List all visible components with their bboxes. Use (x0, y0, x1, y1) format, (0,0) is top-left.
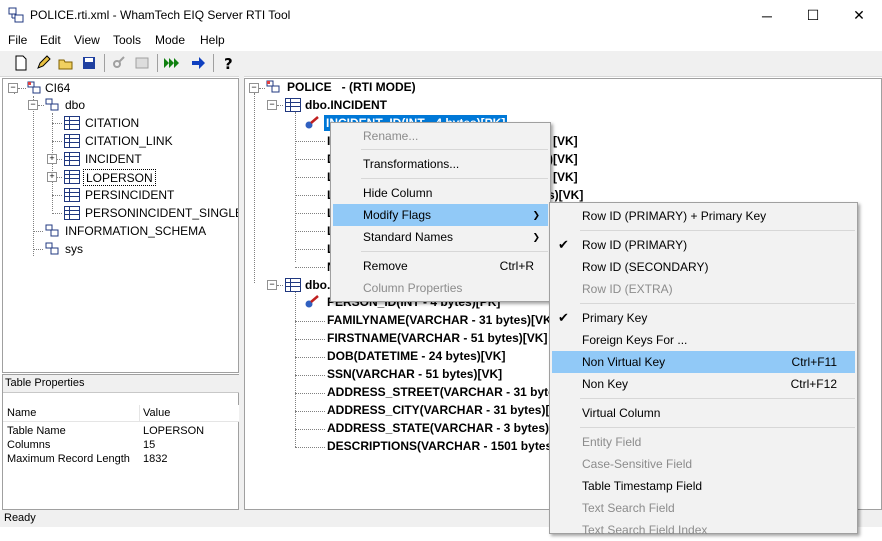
table-icon (64, 188, 80, 202)
menu-item-rowid-primary[interactable]: ✔ Row ID (PRIMARY) (552, 234, 855, 256)
status-text: Ready (4, 512, 36, 524)
menu-item-modify-flags[interactable]: Modify Flags ❯ (333, 204, 548, 226)
tree-node-loperson[interactable]: LOPERSON (83, 169, 156, 186)
prop-name: Maximum Record Length (7, 453, 130, 465)
prop-value: LOPERSON (143, 425, 205, 437)
menu-separator (361, 149, 548, 150)
run-icon[interactable] (163, 55, 179, 71)
menu-item-hide-column[interactable]: Hide Column (333, 182, 548, 204)
toolbar: ? (0, 51, 882, 77)
menu-item-rowid-primary-pk[interactable]: Row ID (PRIMARY) + Primary Key (552, 205, 855, 227)
toolbar-separator (213, 54, 214, 72)
menu-item-primary-key[interactable]: ✔ Primary Key (552, 307, 855, 329)
table-icon (285, 98, 301, 112)
collapse-toggle[interactable]: − (267, 100, 277, 110)
table-icon (64, 152, 80, 166)
menu-item-transformations[interactable]: Transformations... (333, 153, 548, 175)
checkmark-icon: ✔ (558, 310, 569, 325)
menu-item-non-virtual-key[interactable]: Non Virtual Key Ctrl+F11 (552, 351, 855, 373)
prop-value: 15 (143, 439, 156, 451)
window-title: POLICE.rti.xml - WhamTech EIQ Server RTI… (30, 8, 291, 22)
schema-icon (45, 242, 59, 255)
pencil-icon[interactable] (35, 55, 51, 71)
menu-help[interactable]: Help (200, 33, 225, 47)
menu-item-virtual-column[interactable]: Virtual Column (552, 402, 855, 424)
collapse-toggle[interactable]: − (249, 83, 259, 93)
toolbar-separator (157, 54, 158, 72)
menu-item-foreign-keys[interactable]: Foreign Keys For ... (552, 329, 855, 351)
menu-item-entity-field: Entity Field (582, 435, 642, 449)
table-icon (64, 134, 80, 148)
menu-item-table-timestamp[interactable]: Table Timestamp Field (552, 475, 855, 497)
menu-edit[interactable]: Edit (40, 33, 61, 47)
new-icon[interactable] (13, 55, 29, 71)
collapse-toggle[interactable]: − (8, 83, 18, 93)
arrow-right-icon[interactable] (190, 55, 206, 71)
toolbar-separator (104, 54, 105, 72)
app-icon (8, 7, 24, 23)
minimize-button[interactable]: ─ (744, 0, 790, 31)
menu-file[interactable]: File (8, 33, 27, 47)
collapse-toggle[interactable]: − (267, 280, 277, 290)
table-icon (64, 170, 80, 184)
submenu-arrow-icon: ❯ (532, 232, 540, 242)
menu-view[interactable]: View (74, 33, 100, 47)
collapse-toggle[interactable]: − (28, 100, 38, 110)
database-tree[interactable]: − CI64 − dbo CITATION CITATION_LINK + IN… (2, 78, 239, 373)
table-properties-panel: Table Properties Name Value Table Name L… (2, 374, 241, 510)
server-icon (27, 81, 41, 94)
menu-item-remove[interactable]: Remove Ctrl+R (333, 255, 548, 277)
menu-mode[interactable]: Mode (155, 33, 185, 47)
menu-tools[interactable]: Tools (113, 33, 141, 47)
menu-item-rowid-extra: Row ID (EXTRA) (582, 282, 673, 296)
menu-item-text-search: Text Search Field (582, 501, 675, 515)
grid-icon[interactable] (134, 55, 150, 71)
open-folder-icon[interactable] (58, 55, 74, 71)
expand-toggle[interactable]: + (47, 172, 57, 182)
prop-name: Columns (7, 439, 51, 451)
close-button[interactable]: ✕ (836, 0, 882, 31)
svg-text:?: ? (224, 55, 233, 71)
menu-item-standard-names[interactable]: Standard Names ❯ (333, 226, 548, 248)
maximize-button[interactable]: ☐ (790, 0, 836, 31)
context-menu: Rename... Transformations... Hide Column… (330, 122, 551, 302)
menu-separator (361, 178, 548, 179)
key-icon (305, 295, 319, 308)
expand-toggle[interactable]: + (47, 154, 57, 164)
menu-separator (580, 230, 855, 231)
column-header-name[interactable]: Name (3, 405, 140, 422)
menu-item-column-properties: Column Properties (363, 281, 463, 295)
table-icon (64, 206, 80, 220)
menu-bar: File Edit View Tools Mode Help (0, 31, 882, 51)
help-icon[interactable]: ? (220, 55, 236, 71)
title-bar: POLICE.rti.xml - WhamTech EIQ Server RTI… (0, 0, 882, 31)
prop-value: 1832 (143, 453, 168, 465)
table-icon (64, 116, 80, 130)
key-icon[interactable] (111, 55, 127, 71)
key-icon (305, 116, 319, 129)
properties-header: Table Properties (3, 375, 240, 393)
table-icon (285, 278, 301, 292)
menu-separator (580, 427, 855, 428)
database-icon (266, 80, 280, 93)
menu-separator (580, 303, 855, 304)
submenu-arrow-icon: ❯ (532, 210, 540, 220)
schema-icon (45, 224, 59, 237)
menu-separator (580, 398, 855, 399)
menu-item-non-key[interactable]: Non Key Ctrl+F12 (552, 373, 855, 395)
modify-flags-submenu: Row ID (PRIMARY) + Primary Key ✔ Row ID (… (549, 202, 858, 537)
menu-item-rename: Rename... (363, 129, 419, 143)
menu-separator (361, 251, 548, 252)
menu-item-rowid-secondary[interactable]: Row ID (SECONDARY) (552, 256, 855, 278)
menu-item-case-sensitive: Case-Sensitive Field (582, 457, 693, 471)
column-header-value[interactable]: Value (140, 405, 241, 422)
menu-item-text-search-index: Text Search Field Index (582, 523, 708, 537)
save-icon[interactable] (81, 55, 97, 71)
schema-icon (45, 98, 59, 111)
prop-name: Table Name (7, 425, 66, 437)
checkmark-icon: ✔ (558, 237, 569, 252)
